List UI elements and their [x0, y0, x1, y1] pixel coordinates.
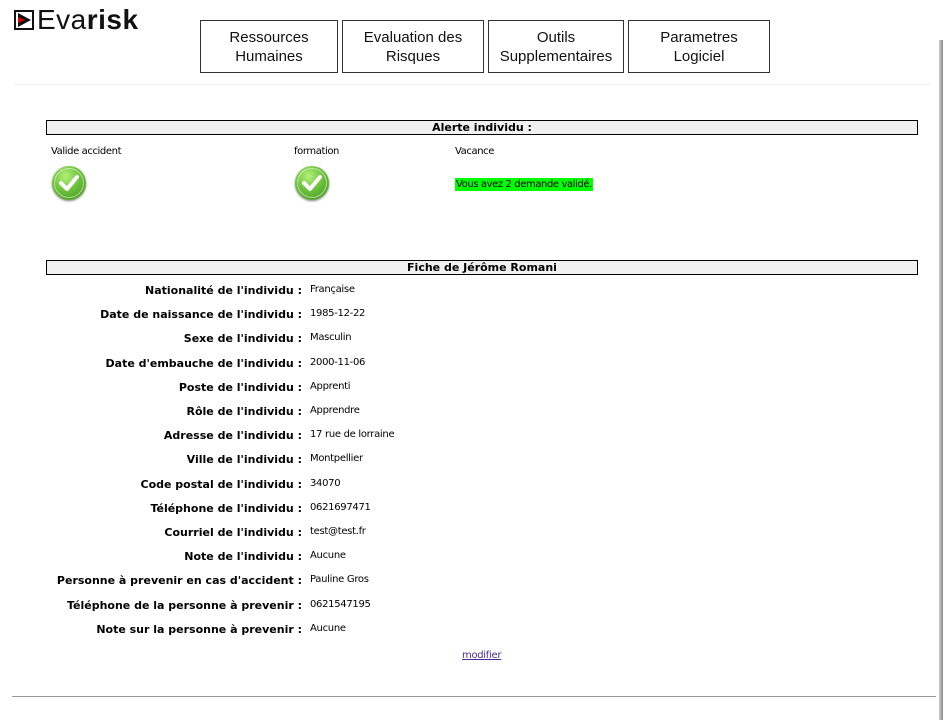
field-value: 34070: [310, 477, 341, 489]
field-value: Aucune: [310, 622, 346, 634]
field-label: Note sur la personne à prevenir :: [96, 622, 302, 636]
check-icon: [295, 166, 329, 200]
field-label: Date de naissance de l'individu :: [100, 308, 302, 322]
vacation-status-message: Vous avez 2 demande validé.: [455, 178, 593, 191]
table-row: Courriel de l'individu : test@test.fr: [0, 526, 940, 548]
check-icon: [52, 166, 86, 200]
table-row: Personne à prevenir en cas d'accident : P…: [0, 574, 940, 596]
table-row: Rôle de l'individu : Apprendre: [0, 405, 940, 427]
modify-link[interactable]: modifier: [462, 650, 501, 661]
field-label: Ville de l'individu :: [186, 453, 302, 467]
field-label: Téléphone de l'individu :: [150, 501, 302, 515]
table-row: Code postal de l'individu : 34070: [0, 478, 940, 500]
table-row: Sexe de l'individu : Masculin: [0, 332, 940, 354]
field-label: Note de l'individu :: [184, 550, 302, 564]
evarisk-logo-icon: [14, 10, 34, 30]
table-row: Nationalité de l'individu : Française: [0, 284, 940, 306]
field-value: test@test.fr: [310, 526, 366, 537]
table-row: Poste de l'individu : Apprenti: [0, 381, 940, 403]
field-label: Poste de l'individu :: [178, 380, 302, 394]
table-row: Ville de l'individu : Montpellier: [0, 453, 940, 475]
field-value: 0621547195: [310, 598, 371, 610]
nav-parametres-logiciel[interactable]: Parametres Logiciel: [628, 20, 770, 73]
nav-outils-supplementaires[interactable]: Outils Supplementaires: [488, 20, 624, 73]
field-value: Aucune: [310, 550, 346, 562]
field-value: Montpellier: [310, 453, 363, 465]
field-value: Apprendre: [310, 405, 360, 416]
field-value: 17 rue de lorraine: [310, 429, 395, 441]
table-row: Téléphone de l'individu : 0621697471: [0, 502, 940, 524]
field-label: Sexe de l'individu :: [183, 332, 302, 346]
main-nav: Ressources Humaines Evaluation des Risqu…: [200, 20, 774, 73]
field-value: Apprenti: [310, 380, 351, 392]
field-value: 0621697471: [310, 501, 371, 513]
nav-ressources-humaines[interactable]: Ressources Humaines: [200, 20, 338, 73]
field-label: Rôle de l'individu :: [186, 405, 302, 418]
frame-bottom-line: [12, 696, 936, 697]
field-label: Nationalité de l'individu :: [145, 284, 302, 297]
profile-section-title: Fiche de Jérôme Romani: [46, 260, 918, 275]
field-label: Courriel de l'individu :: [164, 526, 302, 539]
table-row: Téléphone de la personne à prevenir : 062…: [0, 599, 940, 621]
field-value: Masculin: [310, 332, 352, 344]
alert-label-formation: formation: [294, 146, 339, 157]
logo-text: Evarisk: [37, 4, 139, 35]
alert-label-vacance: Vacance: [455, 146, 495, 157]
alert-section-title: Alerte individu :: [46, 120, 918, 135]
nav-evaluation-risques[interactable]: Evaluation des Risques: [342, 20, 484, 73]
table-row: Adresse de l'individu : 17 rue de lorrain…: [0, 429, 940, 451]
field-label: Personne à prevenir en cas d'accident :: [56, 574, 302, 588]
field-value: 1985-12-22: [310, 308, 366, 320]
field-label: Adresse de l'individu :: [163, 429, 302, 443]
field-label: Code postal de l'individu :: [140, 477, 302, 491]
field-value: 2000-11-06: [310, 356, 366, 368]
alert-label-valide-accident: Valide accident: [51, 146, 122, 157]
field-label: Téléphone de la personne à prevenir :: [66, 598, 302, 612]
field-value: Pauline Gros: [310, 574, 369, 586]
table-row: Note de l'individu : Aucune: [0, 550, 940, 572]
table-row: Date d'embauche de l'individu : 2000-11-0…: [0, 357, 940, 379]
field-value: Française: [310, 284, 355, 295]
field-label: Date d'embauche de l'individu :: [105, 356, 302, 370]
table-row: Note sur la personne à prevenir : Aucune: [0, 623, 940, 645]
table-row: Date de naissance de l'individu : 1985-12…: [0, 308, 940, 330]
app-logo: Evarisk: [14, 6, 139, 34]
